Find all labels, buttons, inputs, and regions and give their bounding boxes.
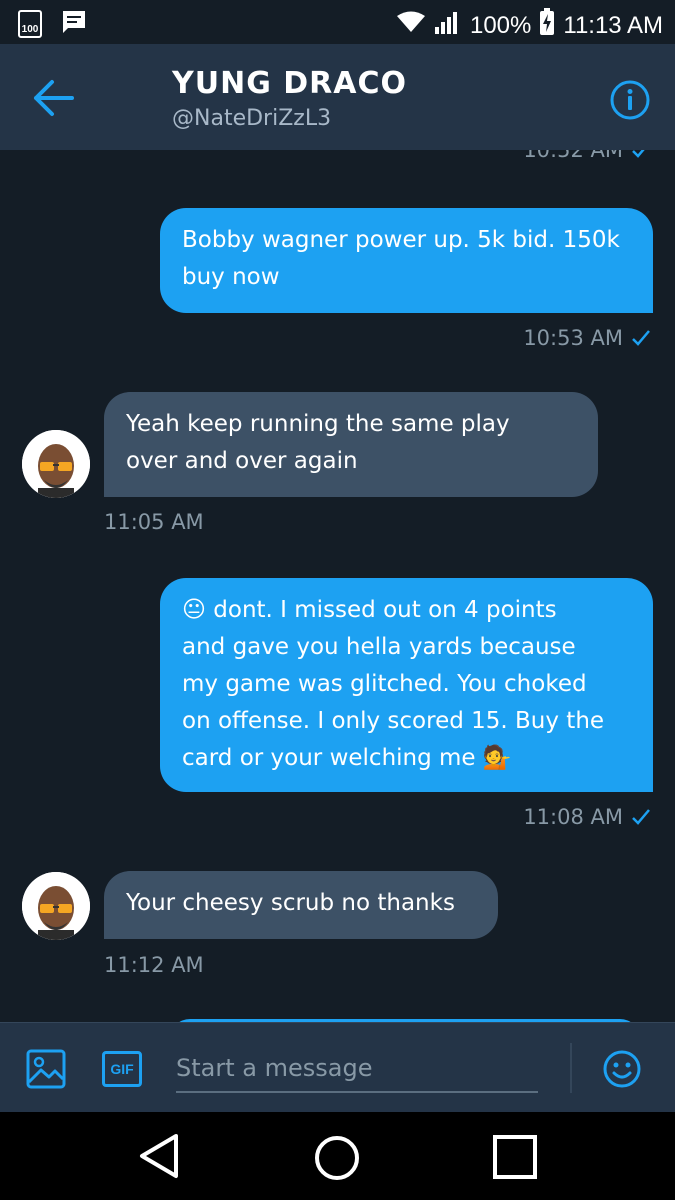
message-line: over and over again [126,448,358,474]
battery-percent: 100% [469,11,532,39]
wifi-icon [396,10,426,41]
signal-icon [434,9,462,42]
circle-home-icon [315,1136,359,1180]
timestamp-text: 11:08 AM [523,805,623,829]
read-check-icon [632,150,645,158]
status-bar: 100 100% 11:13 AM [0,0,675,44]
contact-name[interactable]: YUNG DRACO [172,66,407,101]
composer-divider [570,1043,572,1093]
message-timestamp: 10:52 AM [523,150,651,162]
emoji-icon [603,1050,641,1088]
info-button[interactable] [609,79,651,121]
storage-badge-icon: 100 [18,10,42,38]
received-message-bubble[interactable]: Your cheesy scrub no thanks [104,871,498,939]
message-line: my game was glitched. You choked [182,671,587,697]
clock: 11:13 AM [563,11,663,39]
message-timestamp: 11:08 AM [523,805,651,829]
gif-label: GIF [110,1061,134,1077]
square-recents-icon [493,1135,537,1179]
sent-message-bubble[interactable]: 😐 dont. I missed out on 4 points and gav… [160,578,653,792]
message-timestamp: 11:05 AM [104,510,204,534]
message-composer: GIF [0,1022,675,1112]
message-input[interactable] [176,1045,538,1093]
received-message-bubble[interactable]: Yeah keep running the same play over and… [104,392,598,497]
storage-badge-label: 100 [21,24,39,35]
read-check-icon [632,809,650,825]
nav-recents-button[interactable] [492,1134,538,1184]
message-line: Bobby wagner power up. 5k bid. 150k [182,227,620,253]
android-navigation-bar [0,1112,675,1200]
message-line: Yeah keep running the same play [126,411,510,437]
message-line: card or your welching me 💁 [182,745,512,771]
timestamp-text: 10:53 AM [523,326,623,350]
read-check-icon [632,330,650,346]
timestamp-text: 10:52 AM [523,150,623,162]
photo-button[interactable] [26,1049,66,1093]
emoji-button[interactable] [602,1049,642,1093]
message-list[interactable]: 10:52 AM Bobby wagner power up. 5k bid. … [0,150,675,1022]
back-button[interactable] [30,76,80,120]
avatar-image [22,872,90,940]
message-timestamp: 11:12 AM [104,953,204,977]
message-line: on offense. I only scored 15. Buy the [182,708,605,734]
message-line: Your cheesy scrub no thanks [126,890,455,916]
message-line: buy now [182,264,280,290]
message-line: and gave you hella yards because [182,634,576,660]
conversation-header: YUNG DRACO @NateDriZzL3 [0,44,675,150]
battery-charging-icon [539,8,555,43]
message-line: 😐 dont. I missed out on 4 points [182,597,557,623]
sent-message-bubble[interactable]: Bobby wagner power up. 5k bid. 150k buy … [160,208,653,313]
back-arrow-icon [34,80,74,116]
triangle-back-icon [140,1134,178,1178]
nav-back-button[interactable] [136,1132,182,1184]
image-icon [26,1049,66,1089]
contact-avatar[interactable] [22,872,90,940]
avatar-image [22,430,90,498]
contact-avatar[interactable] [22,430,90,498]
info-icon [610,80,650,120]
contact-handle[interactable]: @NateDriZzL3 [172,106,331,131]
message-timestamp: 10:53 AM [523,326,651,350]
message-notification-icon [60,8,88,40]
gif-button[interactable]: GIF [102,1051,142,1087]
nav-home-button[interactable] [313,1134,361,1186]
